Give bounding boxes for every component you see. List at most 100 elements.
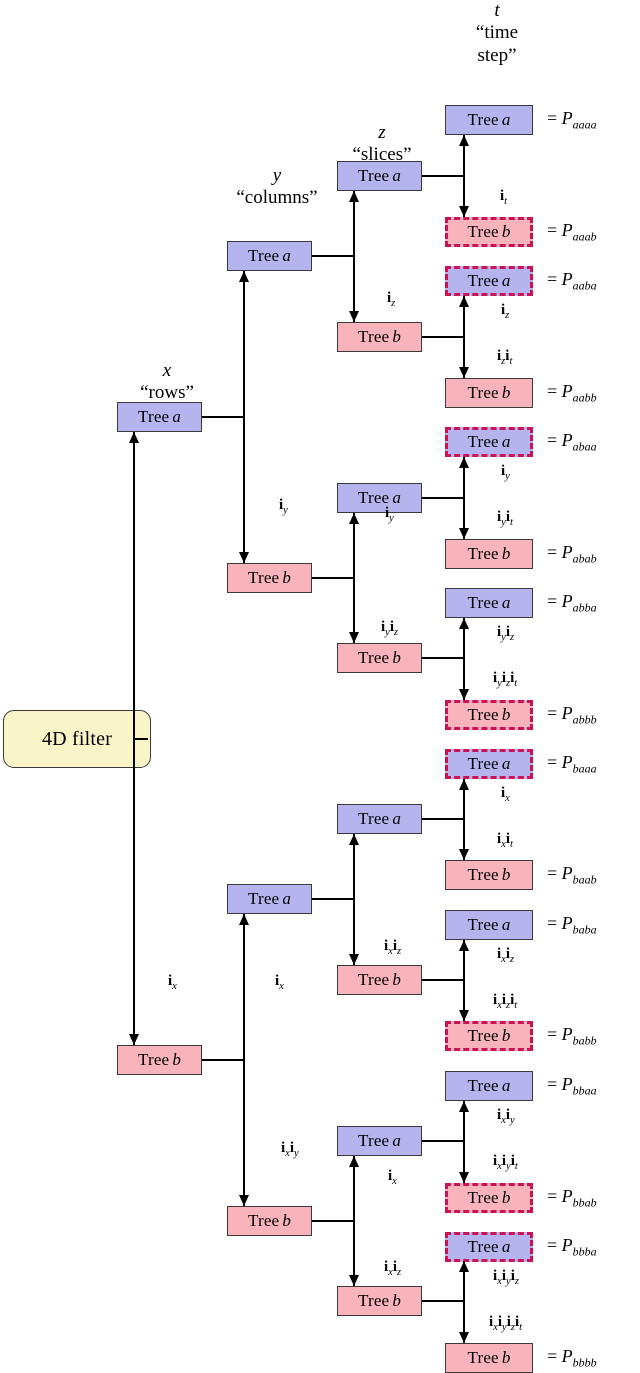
level3-node-z-bbb-letter: b [392,1291,402,1310]
leaf-label-bbab: = Pbbab [547,1186,597,1211]
leaf-connector-bab [422,979,464,981]
leaf-node-baaa: Tree a [445,749,533,779]
leaf-p-aaba: P [561,269,573,289]
level2-node-y-bb-letter: b [282,1211,292,1230]
edge-label-e-z-l2: iz [387,290,396,309]
edge-label-e-xyzt: ixiyizit [489,1314,523,1333]
axis-caption-t: t “time step” [442,0,552,67]
l2-bb-arrow-down [348,1275,359,1286]
leaf-node-aabb: Tree b [445,378,533,408]
edge-label-e-xz2: ixiz [497,946,515,965]
level3-node-z-aab-name: Tree [357,327,390,346]
leaf-arrow-down-abb [458,689,469,700]
level3-node-z-aba: Tree a [337,483,422,513]
leaf-p-bbba: P [561,1235,573,1255]
leaf-label-aabb: = Paabb [547,381,597,406]
leaf-arrow-up-aab [458,296,469,307]
leaf-spine-bbb [463,1261,465,1343]
leaf-equals-baab: = [547,863,562,883]
leaf-subscript-abba: abba [572,600,597,615]
level3-node-z-bbb-name: Tree [357,1291,390,1310]
level2-node-y-ab-letter: b [282,568,292,587]
leaf-node-bbab-letter: b [501,1188,511,1207]
leaf-subscript-abab: abab [572,551,597,566]
leaf-p-baab: P [561,863,573,883]
axis-quoted-t-line1: “time [475,22,519,44]
leaf-label-abab: = Pabab [547,542,597,567]
root-node-4d-filter: 4D filter [3,710,151,768]
leaf-node-babb-letter: b [501,1026,511,1045]
leaf-label-bbaa: = Pbbaa [547,1074,597,1099]
leaf-p-abba: P [561,591,573,611]
leaf-connector-abb [422,657,464,659]
level1-node-x-a-letter: a [172,407,182,426]
leaf-subscript-babb: babb [572,1033,597,1048]
leaf-p-baaa: P [561,752,573,772]
leaf-p-bbbb: P [561,1346,573,1366]
level3-node-z-baa-letter: a [392,809,402,828]
leaf-p-abbb: P [561,703,573,723]
edge-label-e-xy2: ixiy [497,1107,515,1126]
leaf-equals-baaa: = [547,752,562,772]
leaf-arrow-down-aab [458,367,469,378]
leaf-equals-abab: = [547,542,562,562]
leaf-node-baba: Tree a [445,910,533,940]
edge-label-e-xyt: ixiyit [493,1153,518,1172]
leaf-node-aaba: Tree a [445,266,533,296]
leaf-p-abaa: P [561,430,573,450]
edge-label-e-xz-l3b: ixiz [384,938,402,957]
leaf-node-bbab: Tree b [445,1183,533,1213]
edge-label-e-yz2: iyiz [497,624,515,643]
leaf-node-abbb: Tree b [445,700,533,730]
edge-label-e-x2: ix [501,785,510,804]
leaf-label-bbbb: = Pbbbb [547,1346,597,1371]
level3-node-z-aaa-letter: a [392,166,402,185]
leaf-equals-bbab: = [547,1186,562,1206]
figure-canvas: x “rows” y “columns” z “slices” t “time step” 4D … [0,0,640,1373]
leaf-node-abab-name: Tree [467,544,499,563]
edge-label-e-t: it [500,188,508,207]
leaf-node-aaab-letter: b [501,222,511,241]
leaf-node-bbba-name: Tree [467,1237,499,1256]
edge-label-e-xz-l2b: ixiz [384,1259,402,1278]
leaf-node-baab: Tree b [445,860,533,890]
level3-node-z-aaa: Tree a [337,161,422,191]
leaf-node-baaa-name: Tree [467,754,499,773]
leaf-p-babb: P [561,1024,573,1044]
level3-node-z-abb-letter: b [392,648,402,667]
level2-node-y-ba: Tree a [227,884,312,914]
leaf-subscript-bbbb: bbbb [572,1355,597,1370]
leaf-subscript-baaa: baaa [572,761,597,776]
axis-var-y: y [272,165,282,186]
level3-node-z-aab-letter: b [392,327,402,346]
l1-a-arrow-down [238,552,249,563]
leaf-node-aabb-name: Tree [467,383,499,402]
level3-node-z-bba-name: Tree [357,1131,390,1150]
leaf-node-baab-letter: b [501,865,511,884]
leaf-node-bbbb-name: Tree [467,1348,499,1367]
level2-node-y-ab-name: Tree [247,568,280,587]
leaf-label-baba: = Pbaba [547,913,597,938]
leaf-subscript-baba: baba [572,922,597,937]
edge-label-e-xy-l1: ixiy [281,1140,299,1159]
level1-node-x-a-name: Tree [137,407,170,426]
leaf-arrow-up-bab [458,940,469,951]
leaf-node-abba-name: Tree [467,593,499,612]
level3-node-z-baa-name: Tree [357,809,390,828]
leaf-arrow-up-aaa [458,135,469,146]
leaf-node-aaba-name: Tree [467,271,499,290]
l2-bb-connector [312,1220,354,1222]
leaf-subscript-aaaa: aaaa [572,117,597,132]
level1-node-x-b-name: Tree [137,1050,170,1069]
leaf-node-bbaa-letter: a [501,1076,511,1095]
leaf-node-aaaa-letter: a [501,110,511,129]
edge-label-e-y-l1: iy [279,497,288,516]
leaf-node-aabb-letter: b [501,383,511,402]
level3-node-z-bab: Tree b [337,965,422,995]
leaf-equals-bbbb: = [547,1346,562,1366]
leaf-node-baab-name: Tree [467,865,499,884]
leaf-node-babb-name: Tree [467,1026,499,1045]
axis-caption-y: y “columns” [222,165,332,210]
leaf-node-baba-letter: a [501,915,511,934]
leaf-node-abbb-letter: b [501,705,511,724]
